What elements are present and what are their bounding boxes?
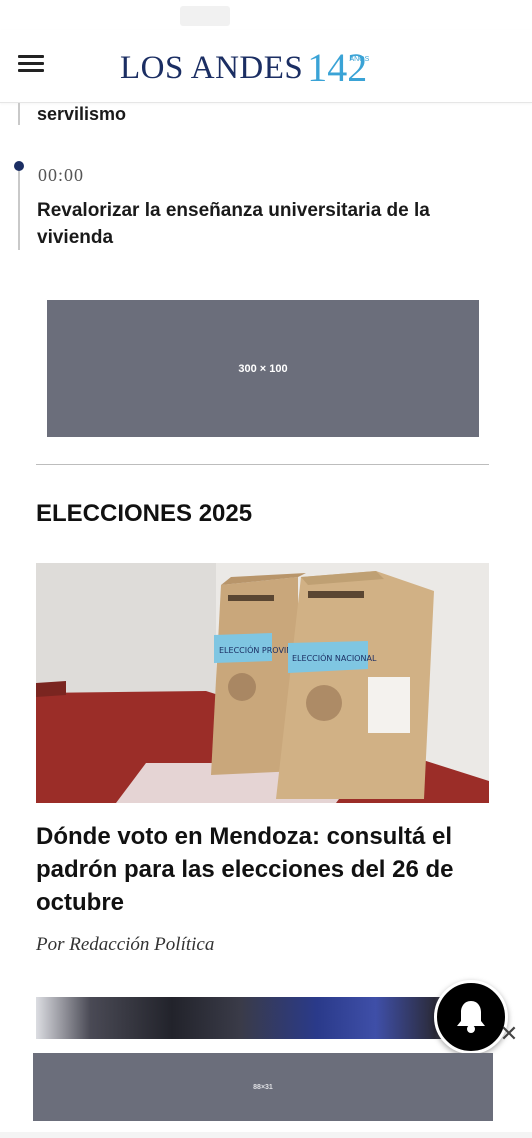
previous-entry-title[interactable]: servilismo [37, 104, 126, 125]
sticky-ad-label: 88×31 [253, 1083, 273, 1091]
status-indicator [180, 6, 230, 26]
status-bar [0, 0, 532, 30]
article-title[interactable]: Dónde voto en Mendoza: consultá el padró… [36, 820, 486, 919]
logo-text: LOS ANDES [120, 50, 304, 86]
section-divider [36, 464, 489, 465]
article-byline[interactable]: Por Redacción Política [36, 934, 214, 956]
site-logo[interactable]: LOS ANDES 142 AÑOS [120, 44, 369, 88]
section-title[interactable]: ELECCIONES 2025 [36, 500, 252, 528]
close-icon[interactable]: ✕ [497, 1022, 521, 1046]
hamburger-menu-icon[interactable] [18, 55, 44, 75]
ad-size-label: 300 × 100 [238, 362, 288, 375]
article-image[interactable]: ELECCIÓN PROVINCIAL ELECCIÓN NACIONAL [36, 563, 489, 803]
sticky-ad-banner[interactable]: 88×31 [33, 1053, 493, 1121]
ad-banner[interactable]: 300 × 100 [47, 300, 479, 437]
entry-time: 00:00 [38, 165, 85, 185]
image-label-nacional: ELECCIÓN NACIONAL [292, 652, 377, 663]
timeline-dot [14, 161, 24, 171]
timeline-line [18, 166, 20, 250]
bottom-strip [0, 1132, 532, 1138]
logo-anniversary-number: 142 AÑOS [307, 48, 369, 88]
next-article-image[interactable] [36, 997, 489, 1039]
site-header: LOS ANDES 142 AÑOS [0, 30, 532, 103]
logo-years-label: AÑOS [349, 56, 370, 63]
timeline-line-top [18, 103, 20, 125]
entry-title[interactable]: Revalorizar la enseñanza universitaria d… [37, 197, 477, 251]
ballot-boxes-image: ELECCIÓN PROVINCIAL ELECCIÓN NACIONAL [36, 563, 489, 803]
